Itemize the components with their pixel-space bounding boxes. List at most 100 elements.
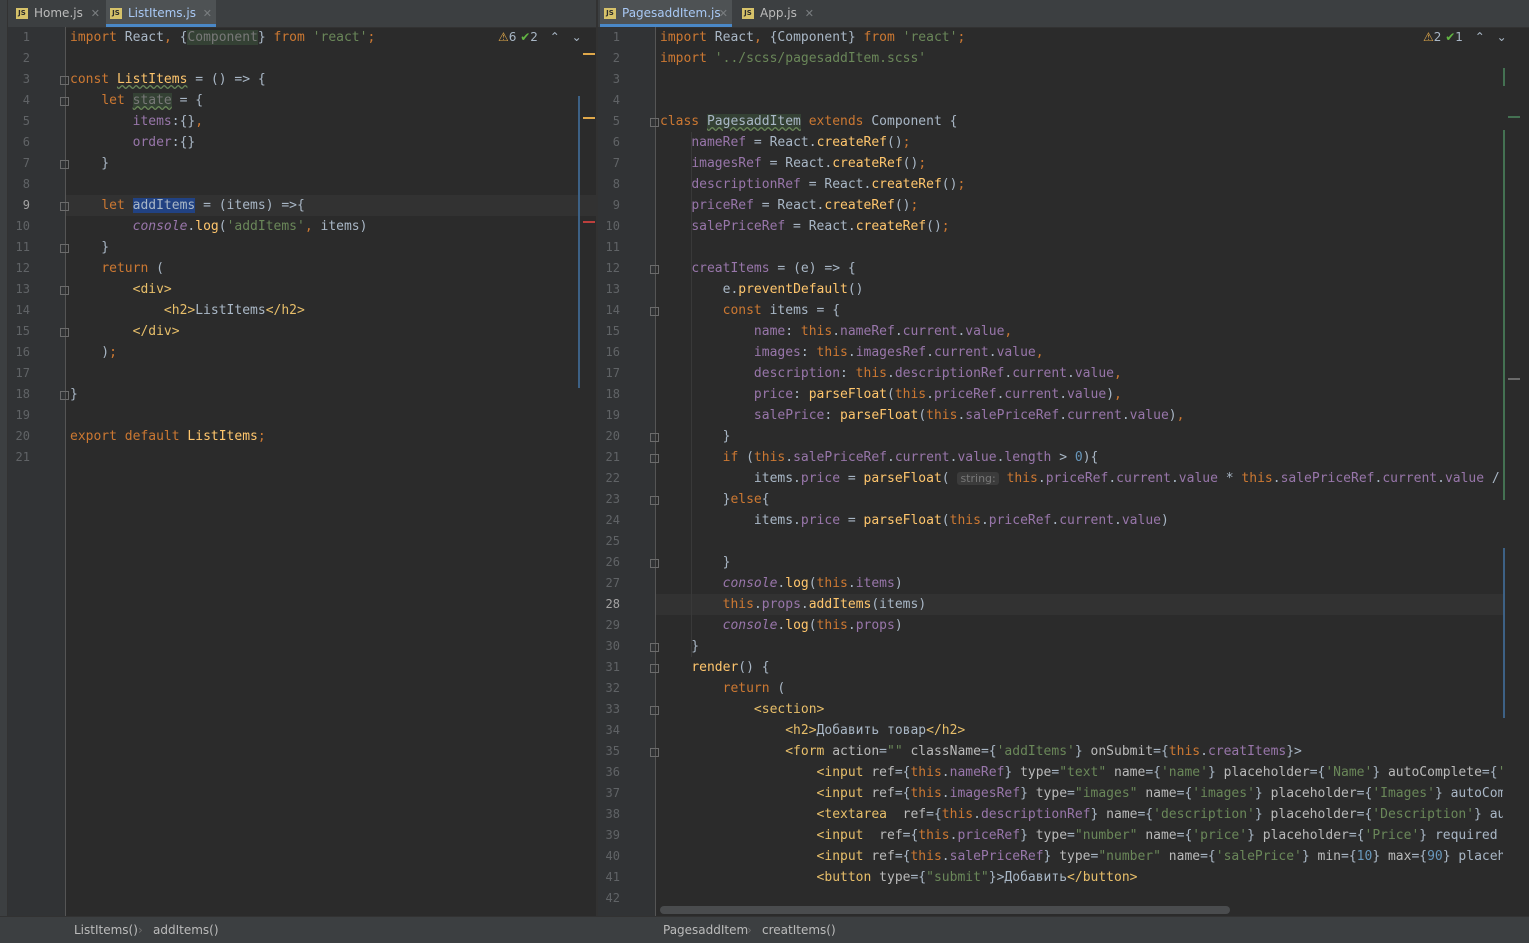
code-line[interactable] [70,174,596,195]
fold-marker[interactable] [650,706,659,715]
code-line[interactable]: return ( [70,258,596,279]
scroll-position-marker[interactable] [1508,116,1520,118]
line-number[interactable]: 38 [598,804,620,825]
code-line[interactable]: } [660,636,1503,657]
breadcrumb-item[interactable]: creatItems() [762,917,836,943]
line-number[interactable]: 2 [8,48,30,69]
code-line[interactable] [660,69,1503,90]
code-line[interactable]: salePrice: parseFloat(this.salePriceRef.… [660,405,1503,426]
fold-marker[interactable] [60,202,69,211]
code-line[interactable] [70,405,596,426]
line-number[interactable]: 9 [598,195,620,216]
line-number[interactable]: 17 [8,363,30,384]
code-line[interactable]: console.log('addItems', items) [70,216,596,237]
line-number[interactable]: 12 [8,258,30,279]
line-number[interactable]: 42 [598,888,620,909]
close-icon[interactable]: ✕ [203,0,212,27]
code-line[interactable] [70,48,596,69]
code-line[interactable]: return ( [660,678,1503,699]
code-line[interactable]: priceRef = React.createRef(); [660,195,1503,216]
code-line[interactable]: } [660,552,1503,573]
line-number[interactable]: 32 [598,678,620,699]
line-number[interactable]: 10 [8,216,30,237]
line-number[interactable]: 37 [598,783,620,804]
line-number[interactable]: 26 [598,552,620,573]
fold-marker[interactable] [650,643,659,652]
line-number[interactable]: 3 [598,69,620,90]
line-number[interactable]: 4 [8,90,30,111]
fold-marker[interactable] [650,433,659,442]
error-stripe-marker[interactable] [583,221,595,223]
line-number[interactable]: 23 [598,489,620,510]
line-number[interactable]: 20 [598,426,620,447]
line-number[interactable]: 33 [598,699,620,720]
code-line[interactable]: items:{}, [70,111,596,132]
warning-stripe-marker[interactable] [583,53,595,55]
code-line[interactable]: const ListItems = () => { [70,69,596,90]
code-line[interactable]: <form action="" className={'addItems'} o… [660,741,1503,762]
line-number[interactable]: 4 [598,90,620,111]
breadcrumb-item[interactable]: ListItems() [74,917,138,943]
line-number[interactable]: 31 [598,657,620,678]
tool-window-strip[interactable] [0,0,8,942]
code-line[interactable]: salePriceRef = React.createRef(); [660,216,1503,237]
close-icon[interactable]: ✕ [91,0,100,27]
line-number[interactable]: 21 [598,447,620,468]
code-line[interactable]: name: this.nameRef.current.value, [660,321,1503,342]
code-line[interactable]: this.props.addItems(items) [660,594,1503,615]
tab-home-js[interactable]: JS Home.js ✕ [12,0,104,27]
code-line[interactable]: let state = { [70,90,596,111]
code-line[interactable]: class PagesaddItem extends Component { [660,111,1503,132]
code-line[interactable]: ); [70,342,596,363]
line-number[interactable]: 15 [598,321,620,342]
fold-marker[interactable] [650,265,659,274]
code-line[interactable]: console.log(this.props) [660,615,1503,636]
fold-marker[interactable] [60,244,69,253]
line-number[interactable]: 13 [598,279,620,300]
code-line[interactable] [660,531,1503,552]
line-number[interactable]: 19 [598,405,620,426]
line-number[interactable]: 9 [8,195,30,216]
line-number[interactable]: 16 [8,342,30,363]
horizontal-scrollbar[interactable] [660,906,1230,914]
code-line[interactable]: items.price = parseFloat(this.priceRef.c… [660,510,1503,531]
line-number[interactable]: 17 [598,363,620,384]
code-line[interactable]: <button type={"submit"}>Добавить</button… [660,867,1503,888]
line-number[interactable]: 1 [598,27,620,48]
code-line[interactable]: items.price = parseFloat( string: this.p… [660,468,1503,489]
close-icon[interactable]: ✕ [719,0,728,27]
code-line[interactable]: descriptionRef = React.createRef(); [660,174,1503,195]
line-number[interactable]: 14 [598,300,620,321]
line-number[interactable]: 5 [598,111,620,132]
tab-listitems-js[interactable]: JS ListItems.js ✕ [106,0,216,27]
fold-marker[interactable] [60,76,69,85]
line-number[interactable]: 7 [8,153,30,174]
code-line[interactable]: export default ListItems; [70,426,596,447]
code-line[interactable]: <textarea ref={this.descriptionRef} name… [660,804,1503,825]
tab-pagesadditem-js[interactable]: JS PagesaddItem.js ✕ [600,0,732,27]
fold-marker[interactable] [650,496,659,505]
code-line[interactable]: } [660,426,1503,447]
fold-marker[interactable] [60,286,69,295]
code-line[interactable] [660,90,1503,111]
line-number[interactable]: 39 [598,825,620,846]
code-line[interactable]: <h2>ListItems</h2> [70,300,596,321]
fold-marker[interactable] [650,118,659,127]
line-number[interactable]: 1 [8,27,30,48]
code-line[interactable]: const items = { [660,300,1503,321]
tab-app-js[interactable]: JS App.js ✕ [738,0,818,27]
code-line[interactable]: </div> [70,321,596,342]
code-line[interactable] [660,237,1503,258]
breadcrumb-item[interactable]: addItems() [153,917,219,943]
line-number[interactable]: 14 [8,300,30,321]
fold-marker[interactable] [650,664,659,673]
line-number[interactable]: 2 [598,48,620,69]
line-number[interactable]: 30 [598,636,620,657]
fold-marker[interactable] [60,328,69,337]
line-number[interactable]: 10 [598,216,620,237]
fold-marker[interactable] [650,454,659,463]
line-number[interactable]: 19 [8,405,30,426]
line-number[interactable]: 7 [598,153,620,174]
line-number[interactable]: 6 [8,132,30,153]
line-number[interactable]: 29 [598,615,620,636]
